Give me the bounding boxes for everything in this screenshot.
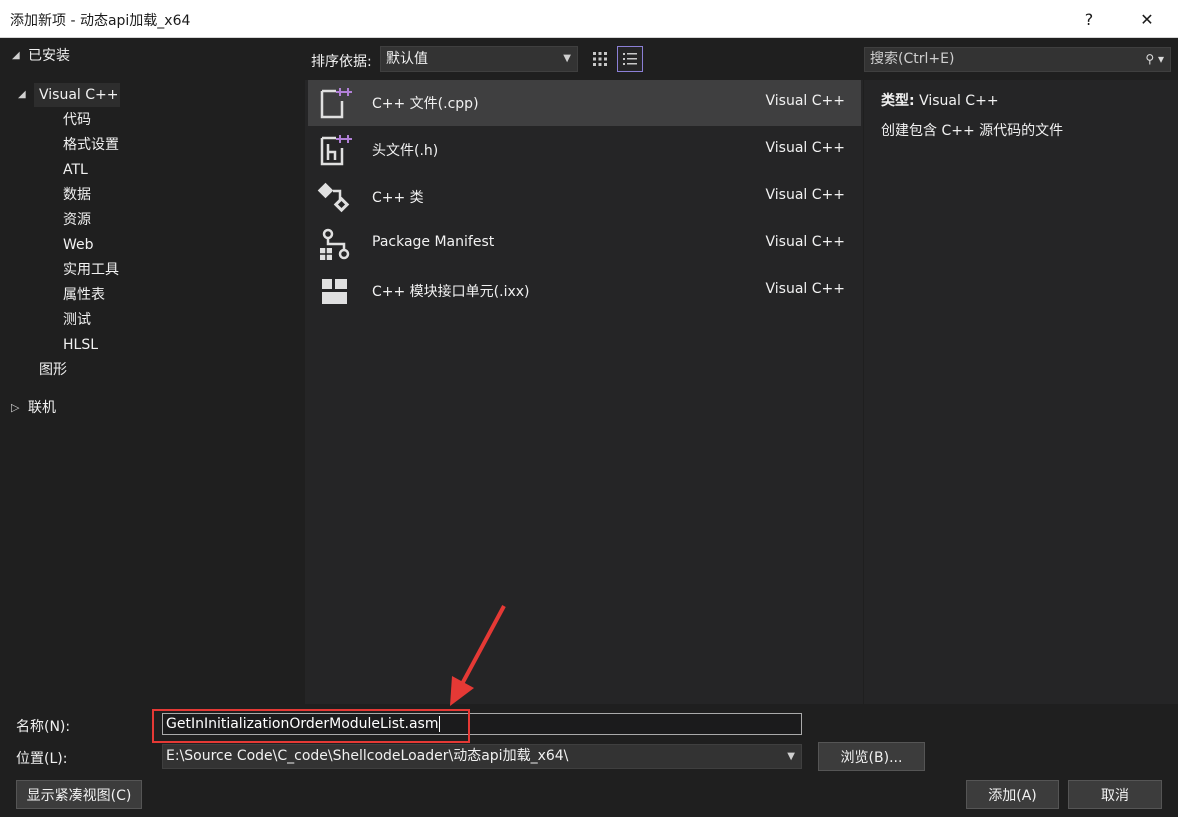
tree-item-code[interactable]: 代码 bbox=[63, 108, 91, 132]
template-item-module-interface[interactable]: C++ 模块接口单元(.ixx) Visual C++ bbox=[308, 268, 861, 314]
grid-icon bbox=[593, 52, 607, 66]
list-view-button[interactable] bbox=[617, 46, 643, 72]
category-tree: ◢ 已安装 Visual C++ ◢ 代码 格式设置 ATL 数据 资源 Web… bbox=[0, 38, 305, 704]
cancel-button[interactable]: 取消 bbox=[1068, 780, 1162, 809]
tree-item-label: 联机 bbox=[28, 400, 56, 416]
tree-item-visual-cpp[interactable]: Visual C++ bbox=[34, 83, 120, 107]
tree-item-atl[interactable]: ATL bbox=[63, 158, 88, 182]
tree-item-label: 已安装 bbox=[28, 48, 70, 64]
tree-item-utility[interactable]: 实用工具 bbox=[63, 258, 119, 282]
template-item-package-manifest[interactable]: Package Manifest Visual C++ bbox=[308, 221, 861, 267]
tree-item-label: Visual C++ bbox=[39, 87, 119, 103]
tree-item-test[interactable]: 测试 bbox=[63, 308, 91, 332]
list-icon bbox=[623, 53, 637, 65]
template-language: Visual C++ bbox=[765, 187, 845, 203]
close-button[interactable]: ✕ bbox=[1124, 4, 1170, 34]
name-field[interactable]: GetInInitializationOrderModuleList.asm bbox=[162, 713, 802, 735]
template-item-header-file[interactable]: 头文件(.h) Visual C++ bbox=[308, 127, 861, 173]
template-name: Package Manifest bbox=[372, 234, 495, 250]
help-button[interactable]: ? bbox=[1066, 4, 1112, 34]
details-type: 类型: Visual C++ bbox=[881, 90, 999, 110]
sort-dropdown[interactable]: 默认值 ▼ bbox=[380, 46, 578, 72]
cpp-file-icon bbox=[320, 88, 352, 119]
expanded-arrow-icon: ◢ bbox=[18, 89, 26, 100]
class-icon bbox=[317, 182, 350, 213]
header-file-icon bbox=[320, 135, 352, 166]
details-type-value: Visual C++ bbox=[919, 93, 999, 109]
name-field-value: GetInInitializationOrderModuleList.asm bbox=[166, 716, 439, 732]
template-name: C++ 模块接口单元(.ixx) bbox=[372, 284, 530, 300]
location-dropdown[interactable]: E:\Source Code\C_code\ShellcodeLoader\动态… bbox=[162, 744, 802, 769]
sort-value: 默认值 bbox=[386, 51, 428, 67]
tree-item-data[interactable]: 数据 bbox=[63, 183, 91, 207]
annotation-arrow-icon bbox=[450, 605, 506, 706]
tree-item-hlsl[interactable]: HLSL bbox=[63, 333, 98, 357]
collapsed-arrow-icon: ▷ bbox=[11, 401, 20, 414]
title-bar: 添加新项 - 动态api加载_x64 ? ✕ bbox=[0, 0, 1178, 38]
template-language: Visual C++ bbox=[765, 140, 845, 156]
tree-item-formatting[interactable]: 格式设置 bbox=[63, 133, 119, 157]
tree-item-online[interactable]: ▷ 联机 bbox=[0, 396, 120, 420]
template-details: 类型: Visual C++ 创建包含 C++ 源代码的文件 bbox=[864, 80, 1178, 704]
add-new-item-dialog: ◢ 已安装 Visual C++ ◢ 代码 格式设置 ATL 数据 资源 Web… bbox=[0, 38, 1178, 817]
location-label: 位置(L): bbox=[16, 751, 68, 767]
item-form: 名称(N): GetInInitializationOrderModuleLis… bbox=[0, 704, 1178, 817]
template-name: C++ 文件(.cpp) bbox=[372, 96, 479, 112]
chevron-down-icon: ▼ bbox=[787, 751, 795, 762]
grid-view-button[interactable] bbox=[587, 46, 613, 72]
template-name: 头文件(.h) bbox=[372, 143, 439, 159]
browse-button[interactable]: 浏览(B)... bbox=[818, 742, 925, 771]
module-icon bbox=[322, 279, 347, 304]
tree-item-property-sheets[interactable]: 属性表 bbox=[63, 283, 105, 307]
template-list: C++ 文件(.cpp) Visual C++ 头文件(.h) Visual C… bbox=[305, 80, 863, 704]
template-language: Visual C++ bbox=[765, 93, 845, 109]
tree-item-resource[interactable]: 资源 bbox=[63, 208, 91, 232]
search-input[interactable]: 搜索(Ctrl+E) ⚲ ▾ bbox=[864, 47, 1171, 72]
sort-label: 排序依据: bbox=[311, 54, 372, 70]
tree-item-web[interactable]: Web bbox=[63, 233, 94, 257]
tree-item-graphics[interactable]: 图形 bbox=[39, 358, 67, 382]
search-placeholder: 搜索(Ctrl+E) bbox=[870, 51, 955, 67]
window-title: 添加新项 - 动态api加载_x64 bbox=[10, 13, 191, 29]
compact-view-button[interactable]: 显示紧凑视图(C) bbox=[16, 780, 142, 809]
sort-toolbar: 排序依据: 默认值 ▼ bbox=[305, 38, 863, 80]
template-language: Visual C++ bbox=[765, 234, 845, 250]
details-type-label: 类型: bbox=[881, 93, 915, 109]
tree-item-installed[interactable]: ◢ 已安装 bbox=[0, 44, 300, 68]
package-manifest-icon bbox=[320, 228, 350, 260]
details-description: 创建包含 C++ 源代码的文件 bbox=[881, 123, 1064, 139]
add-button[interactable]: 添加(A) bbox=[966, 780, 1059, 809]
name-label: 名称(N): bbox=[16, 719, 71, 735]
chevron-down-icon: ▼ bbox=[563, 53, 571, 64]
location-value: E:\Source Code\C_code\ShellcodeLoader\动态… bbox=[166, 748, 569, 764]
text-cursor bbox=[439, 716, 441, 732]
expanded-arrow-icon: ◢ bbox=[12, 50, 20, 61]
template-item-cpp-file[interactable]: C++ 文件(.cpp) Visual C++ bbox=[308, 80, 861, 126]
search-icon[interactable]: ⚲ ▾ bbox=[1145, 48, 1164, 71]
template-name: C++ 类 bbox=[372, 190, 424, 206]
template-item-cpp-class[interactable]: C++ 类 Visual C++ bbox=[308, 174, 861, 220]
template-language: Visual C++ bbox=[765, 281, 845, 297]
